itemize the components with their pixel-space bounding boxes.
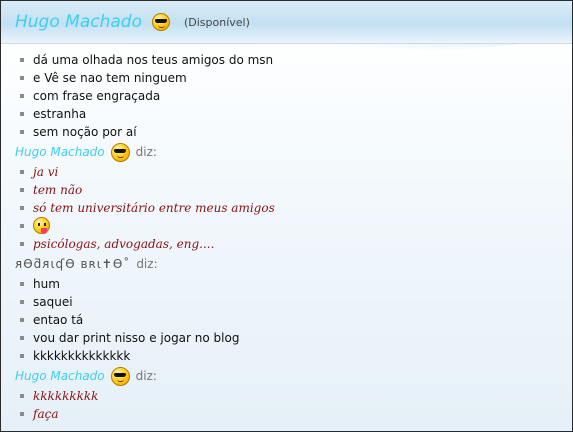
message-item: faça	[15, 405, 572, 423]
bullet-icon	[20, 318, 24, 322]
message-text: vou dar print nisso e jogar no blog	[33, 331, 240, 345]
message-item: estranha	[15, 105, 572, 123]
message-text: ja vi	[33, 165, 59, 179]
message-item: sem noção por aí	[15, 123, 572, 141]
sender-line: ᴙѲƌᴙɩʠѲ ʙʀɩ✝Ѳ˚ diz:	[15, 253, 572, 275]
message-text: faça	[33, 407, 59, 421]
message-text: só tem universitário entre meus amigos	[33, 201, 275, 215]
message-item: dá uma olhada nos teus amigos do msn	[15, 51, 572, 69]
bullet-icon	[20, 300, 24, 304]
message-group: ja vi tem não só tem universitário entre…	[15, 163, 572, 253]
bullet-icon	[20, 58, 24, 62]
message-group: hum saquei entao tá vou dar print nisso …	[15, 275, 572, 365]
message-text: dá uma olhada nos teus amigos do msn	[33, 53, 274, 67]
tongue-out-smiley-icon	[33, 217, 50, 234]
sender-name: Hugo Machado	[15, 369, 105, 383]
bullet-icon	[20, 282, 24, 286]
sender-line: Hugo Machado diz:	[15, 365, 572, 387]
message-text: entao tá	[33, 313, 84, 327]
message-text: saquei	[33, 295, 73, 309]
message-text: kkkkkkkkk	[33, 389, 99, 403]
message-item	[15, 217, 572, 235]
message-group: kkkkkkkkk faça	[15, 387, 572, 423]
message-text: tem não	[33, 183, 83, 197]
message-text: estranha	[33, 107, 87, 121]
bullet-icon	[20, 94, 24, 98]
contact-header: Hugo Machado (Disponível)	[1, 1, 572, 44]
bullet-icon	[20, 242, 24, 246]
conversation-history: dá uma olhada nos teus amigos do msn e V…	[1, 44, 572, 423]
message-item: com frase engraçada	[15, 87, 572, 105]
sunglasses-smiley-icon	[110, 366, 130, 386]
bullet-icon	[20, 170, 24, 174]
message-item: kkkkkkkkkkkkkk	[15, 347, 572, 365]
message-item: só tem universitário entre meus amigos	[15, 199, 572, 217]
bullet-icon	[20, 336, 24, 340]
message-group: dá uma olhada nos teus amigos do msn e V…	[15, 51, 572, 141]
sender-name: Hugo Machado	[15, 145, 105, 159]
contact-name[interactable]: Hugo Machado	[15, 12, 142, 32]
message-item: ja vi	[15, 163, 572, 181]
message-item: entao tá	[15, 311, 572, 329]
says-label: diz:	[136, 257, 158, 271]
bullet-icon	[20, 206, 24, 210]
bullet-icon	[20, 394, 24, 398]
message-text: com frase engraçada	[33, 89, 161, 103]
bullet-icon	[20, 112, 24, 116]
message-text: kkkkkkkkkkkkkk	[33, 349, 131, 363]
bullet-icon	[20, 76, 24, 80]
message-text: sem noção por aí	[33, 125, 137, 139]
chat-window: Hugo Machado (Disponível) dá uma olhada …	[0, 0, 573, 432]
bullet-icon	[20, 188, 24, 192]
message-item: hum	[15, 275, 572, 293]
says-label: diz:	[135, 145, 157, 159]
message-item: kkkkkkkkk	[15, 387, 572, 405]
bullet-icon	[20, 130, 24, 134]
contact-status: (Disponível)	[183, 15, 250, 29]
sunglasses-smiley-icon	[151, 13, 170, 31]
message-text: psicólogas, advogadas, eng....	[33, 237, 215, 251]
message-item: psicólogas, advogadas, eng....	[15, 235, 572, 253]
sender-name: ᴙѲƌᴙɩʠѲ ʙʀɩ✝Ѳ˚	[15, 257, 131, 271]
says-label: diz:	[135, 369, 157, 383]
sunglasses-smiley-icon	[110, 142, 130, 162]
bullet-icon	[20, 412, 24, 416]
message-text: hum	[33, 277, 60, 291]
message-item: e Vê se nao tem ninguem	[15, 69, 572, 87]
bullet-icon	[20, 354, 24, 358]
message-item: saquei	[15, 293, 572, 311]
message-item: tem não	[15, 181, 572, 199]
message-text: e Vê se nao tem ninguem	[33, 71, 187, 85]
message-item: vou dar print nisso e jogar no blog	[15, 329, 572, 347]
bullet-icon	[20, 224, 24, 228]
sender-line: Hugo Machado diz:	[15, 141, 572, 163]
